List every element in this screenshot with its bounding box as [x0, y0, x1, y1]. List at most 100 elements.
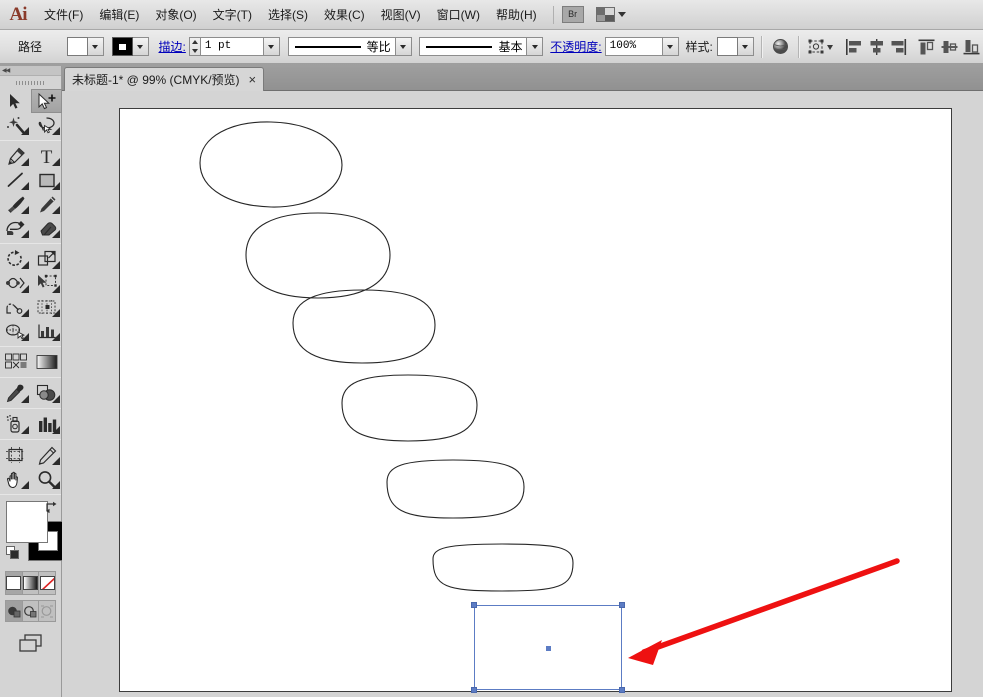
stroke-weight-dropdown-arrow[interactable]	[263, 37, 280, 56]
zoom-tool[interactable]	[31, 467, 62, 491]
menu-bar: Ai 文件(F) 编辑(E) 对象(O) 文字(T) 选择(S) 效果(C) 视…	[0, 0, 983, 30]
document-tab[interactable]: 未标题-1* @ 99% (CMYK/预览) ×	[64, 67, 265, 91]
column-graph-tool[interactable]	[31, 319, 62, 343]
stroke-weight-control[interactable]: 1 pt	[188, 37, 280, 56]
default-fill-stroke-icon[interactable]	[6, 546, 20, 565]
line-segment-tool[interactable]	[0, 168, 31, 192]
selected-rectangle-7[interactable]	[471, 602, 625, 693]
fill-color-control[interactable]	[66, 37, 104, 56]
symbol-sprayer-tool[interactable]	[0, 412, 31, 436]
align-bottom-button[interactable]	[960, 36, 982, 58]
magic-wand-tool[interactable]	[0, 113, 31, 137]
graphic-style-control[interactable]	[716, 37, 754, 56]
opacity-input[interactable]: 100%	[604, 37, 663, 56]
menu-type[interactable]: 文字(T)	[205, 3, 260, 27]
lasso-tool[interactable]	[31, 113, 62, 137]
tool-group-selection	[0, 89, 62, 137]
transform-panel-button[interactable]	[806, 36, 835, 58]
bridge-button[interactable]: Br	[561, 6, 584, 23]
pencil-tool[interactable]	[31, 192, 62, 216]
slice-tool[interactable]	[31, 443, 62, 467]
brush-definition-combo[interactable]: 基本	[419, 37, 528, 56]
tools-panel-collapse-button[interactable]	[0, 66, 61, 76]
change-screen-mode-button[interactable]	[0, 634, 61, 654]
hand-tool[interactable]	[0, 467, 31, 491]
free-transform-tool[interactable]	[31, 271, 62, 295]
fill-swatch[interactable]	[66, 37, 88, 56]
mesh-tool[interactable]	[0, 319, 31, 343]
artboard-tool[interactable]	[0, 443, 31, 467]
tools-panel-grip[interactable]	[0, 76, 61, 89]
stroke-profile-control[interactable]: 等比	[287, 37, 412, 56]
draw-inside-button[interactable]	[39, 601, 55, 621]
align-right-button[interactable]	[887, 36, 909, 58]
tool-group-sample	[0, 381, 61, 405]
shape-builder-tool[interactable]	[0, 295, 31, 319]
stroke-weight-label[interactable]: 描边:	[159, 38, 186, 55]
menu-edit[interactable]: 编辑(E)	[91, 3, 147, 27]
stroke-weight-input[interactable]: 1 pt	[199, 37, 264, 56]
selection-tool[interactable]	[0, 89, 31, 113]
symbol-sprayer-tool-group[interactable]	[0, 350, 31, 374]
draw-normal-button[interactable]	[6, 601, 22, 621]
recolor-artwork-button[interactable]	[769, 36, 791, 58]
rectangle-tool[interactable]	[31, 168, 62, 192]
gradient-swatch-button[interactable]	[22, 572, 39, 594]
align-top-button[interactable]	[916, 36, 938, 58]
align-vertical-center-button[interactable]	[938, 36, 960, 58]
control-divider-2	[798, 35, 800, 58]
direct-selection-tool[interactable]	[31, 89, 62, 113]
stroke-weight-stepper[interactable]	[188, 37, 200, 56]
swap-fill-stroke-icon[interactable]	[45, 501, 59, 516]
eraser-tool[interactable]	[31, 216, 62, 240]
stroke-color-control[interactable]	[111, 37, 149, 56]
fill-color-proxy[interactable]	[6, 501, 48, 543]
eyedropper-tool[interactable]	[0, 381, 31, 405]
opacity-dropdown-arrow[interactable]	[662, 37, 679, 56]
brush-definition-control[interactable]: 基本	[419, 37, 544, 56]
menu-window[interactable]: 窗口(W)	[429, 3, 488, 27]
align-horizontal-center-button[interactable]	[865, 36, 887, 58]
document-tab-label: 未标题-1* @ 99% (CMYK/预览)	[72, 73, 240, 87]
stroke-profile-combo[interactable]: 等比	[287, 37, 396, 56]
perspective-grid-tool[interactable]	[31, 295, 62, 319]
blob-brush-tool[interactable]	[0, 216, 31, 240]
align-left-button[interactable]	[842, 36, 864, 58]
menu-help[interactable]: 帮助(H)	[488, 3, 545, 27]
artboard[interactable]: 溜溜自学 ZIXUE.3D66.COM	[119, 108, 952, 693]
canvas-area[interactable]: 溜溜自学 ZIXUE.3D66.COM	[62, 91, 983, 697]
arrange-documents-button[interactable]	[595, 7, 626, 22]
column-graph-tool-2[interactable]	[31, 412, 62, 436]
graphic-style-dropdown-arrow[interactable]	[737, 37, 754, 56]
color-swatch-button[interactable]	[6, 572, 22, 594]
menu-file[interactable]: 文件(F)	[36, 3, 91, 27]
opacity-control[interactable]: 100%	[604, 37, 679, 56]
chevron-down-icon	[617, 12, 626, 17]
blend-tool[interactable]	[31, 381, 62, 405]
menu-effect[interactable]: 效果(C)	[316, 3, 373, 27]
width-tool[interactable]	[0, 271, 31, 295]
draw-behind-button[interactable]	[22, 601, 39, 621]
stroke-dropdown-arrow[interactable]	[132, 37, 149, 56]
none-swatch-button[interactable]	[39, 572, 55, 594]
graphic-style-swatch[interactable]	[716, 37, 738, 56]
stroke-swatch[interactable]	[111, 37, 133, 56]
menu-view[interactable]: 视图(V)	[373, 3, 429, 27]
fill-dropdown-arrow[interactable]	[87, 37, 104, 56]
brush-definition-dropdown-arrow[interactable]	[527, 37, 544, 56]
close-icon[interactable]: ×	[249, 73, 257, 86]
rotate-tool[interactable]	[0, 247, 31, 271]
menu-select[interactable]: 选择(S)	[260, 3, 316, 27]
paintbrush-tool[interactable]	[0, 192, 31, 216]
opacity-label[interactable]: 不透明度:	[550, 38, 601, 55]
rounded-rect-5	[386, 459, 525, 519]
scale-tool[interactable]	[31, 247, 62, 271]
pen-tool[interactable]	[0, 144, 31, 168]
handle-bottom-left	[471, 687, 477, 693]
menu-object[interactable]: 对象(O)	[147, 3, 204, 27]
tool-divider-7	[0, 494, 61, 495]
type-tool[interactable]: T	[31, 144, 62, 168]
stroke-profile-dropdown-arrow[interactable]	[395, 37, 412, 56]
none-icon	[39, 576, 55, 590]
gradient-tool[interactable]	[31, 350, 62, 374]
